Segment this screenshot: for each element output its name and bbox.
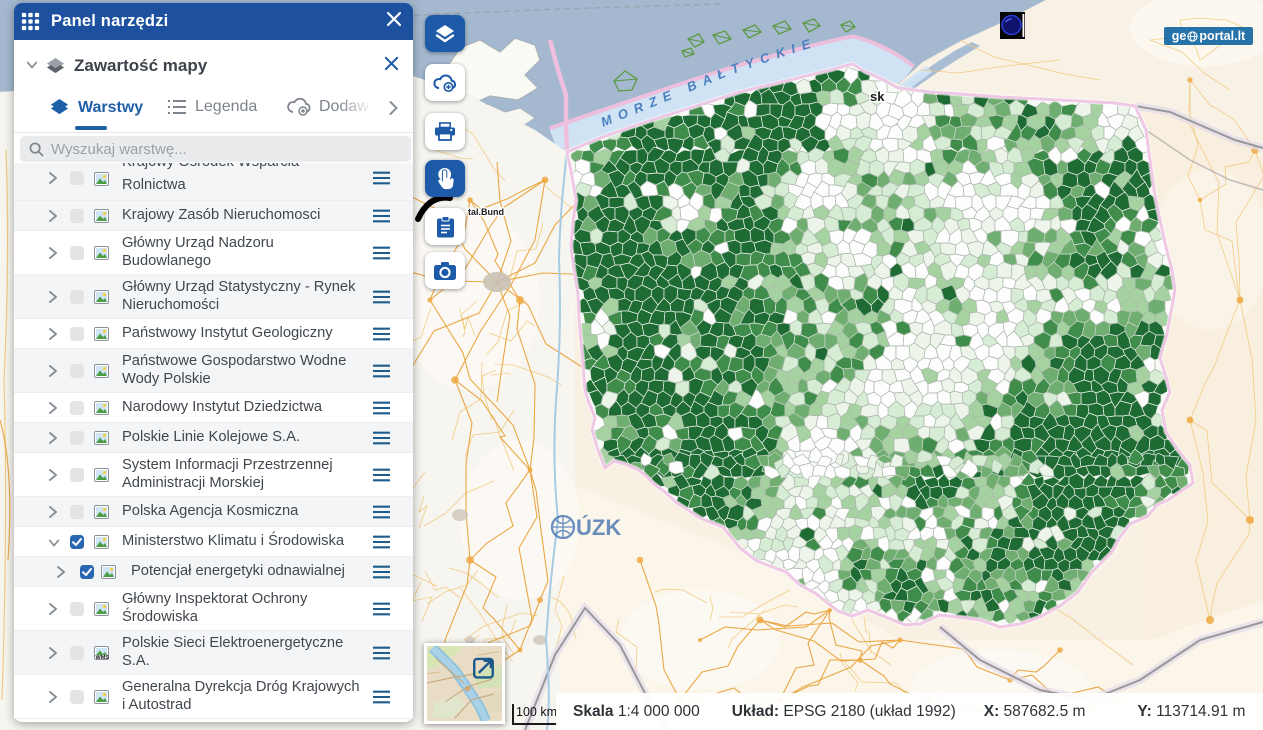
- svg-text:WMS: WMS: [96, 655, 110, 660]
- svg-text:ÚZK: ÚZK: [576, 515, 621, 540]
- svg-text:tal.Bund: tal.Bund: [468, 207, 504, 217]
- svg-text:sk: sk: [870, 89, 885, 104]
